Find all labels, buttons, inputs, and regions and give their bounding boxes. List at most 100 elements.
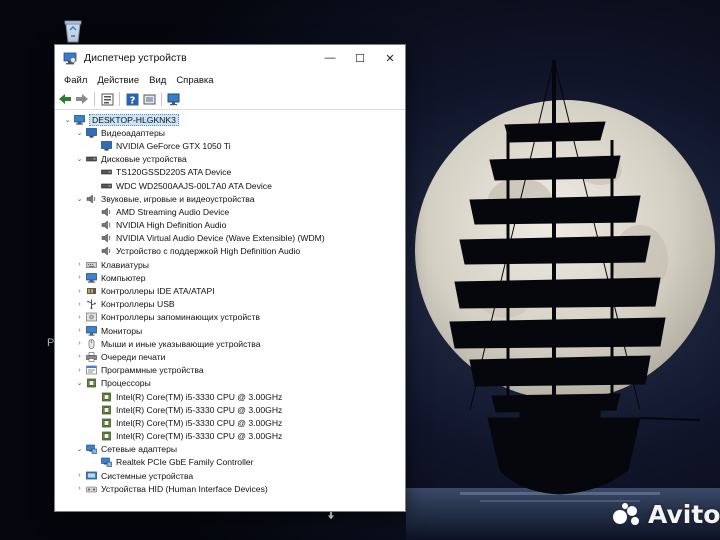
tree-node-label: Intel(R) Core(TM) i5-3330 CPU @ 3.00GHz bbox=[116, 391, 283, 402]
speaker-icon bbox=[86, 194, 97, 204]
tree-category[interactable]: ⌄ Видеоадаптеры bbox=[55, 126, 405, 139]
tree-node-label: Дисковые устройства bbox=[101, 154, 187, 165]
tree-root-label: DESKTOP-HLGKNK3 bbox=[89, 113, 179, 126]
expand-arrow-right-icon[interactable]: › bbox=[75, 352, 84, 362]
tree-node-label: NVIDIA Virtual Audio Device (Wave Extens… bbox=[116, 233, 325, 244]
tree-node-label: Контроллеры USB bbox=[101, 299, 175, 310]
help-icon[interactable]: ? bbox=[125, 92, 139, 106]
tree-device[interactable]: NVIDIA Virtual Audio Device (Wave Extens… bbox=[55, 232, 405, 245]
tree-category[interactable]: › Устройства HID (Human Interface Devices… bbox=[55, 482, 405, 495]
tree-category[interactable]: › Контроллеры IDE ATA/ATAPI bbox=[55, 284, 405, 297]
tree-category[interactable]: › Клавиатуры bbox=[55, 258, 405, 271]
tree-category[interactable]: › Мыши и иные указывающие устройства bbox=[55, 337, 405, 350]
tree-node-label: Процессоры bbox=[101, 378, 151, 389]
tree-device[interactable]: Intel(R) Core(TM) i5-3330 CPU @ 3.00GHz bbox=[55, 416, 405, 429]
tree-category[interactable]: › Мониторы bbox=[55, 324, 405, 337]
expand-arrow-right-icon[interactable]: › bbox=[75, 312, 84, 322]
tree-category[interactable]: ⌄ Дисковые устройства bbox=[55, 153, 405, 166]
tree-category[interactable]: › Программные устройства bbox=[55, 364, 405, 377]
processor-icon bbox=[101, 431, 112, 441]
tree-category[interactable]: › Компьютер bbox=[55, 271, 405, 284]
processor-icon bbox=[101, 392, 112, 402]
tree-device[interactable]: TS120GSSD220S ATA Device bbox=[55, 166, 405, 179]
tree-category[interactable]: › Контроллеры запоминающих устройств bbox=[55, 311, 405, 324]
tree-device[interactable]: WDC WD2500AAJS-00L7A0 ATA Device bbox=[55, 179, 405, 192]
back-icon[interactable] bbox=[58, 92, 72, 106]
device-manager-window: Диспетчер устройств — ☐ ✕ Файл Действие … bbox=[54, 44, 406, 512]
tree-device[interactable]: NVIDIA GeForce GTX 1050 Ti bbox=[55, 139, 405, 152]
window-title: Диспетчер устройств bbox=[84, 52, 187, 64]
forward-icon[interactable] bbox=[75, 92, 89, 106]
tree-category[interactable]: › Контроллеры USB bbox=[55, 298, 405, 311]
menu-action[interactable]: Действие bbox=[92, 75, 144, 86]
toolbar-separator bbox=[94, 92, 95, 106]
tree-node-label: Intel(R) Core(TM) i5-3330 CPU @ 3.00GHz bbox=[116, 404, 283, 415]
update-driver-icon[interactable] bbox=[142, 92, 156, 106]
tree-node-label: Realtek PCIe GbE Family Controller bbox=[116, 457, 254, 468]
processor-icon bbox=[101, 418, 112, 428]
processor-icon bbox=[86, 378, 97, 388]
menu-help[interactable]: Справка bbox=[171, 75, 218, 86]
expand-arrow-right-icon[interactable]: › bbox=[75, 260, 84, 270]
tree-category[interactable]: ⌄ Сетевые адаптеры bbox=[55, 443, 405, 456]
expand-arrow-right-icon[interactable]: › bbox=[75, 286, 84, 296]
tree-device[interactable]: AMD Streaming Audio Device bbox=[55, 205, 405, 218]
maximize-button[interactable]: ☐ bbox=[345, 45, 375, 71]
mouse-icon bbox=[86, 338, 97, 349]
hid-icon bbox=[86, 484, 97, 494]
disk-drive-icon bbox=[101, 167, 112, 177]
svg-text:?: ? bbox=[129, 95, 135, 106]
tree-device[interactable]: Intel(R) Core(TM) i5-3330 CPU @ 3.00GHz bbox=[55, 430, 405, 443]
menu-file[interactable]: Файл bbox=[59, 75, 92, 86]
minimize-button[interactable]: — bbox=[315, 45, 345, 71]
device-manager-app-icon bbox=[63, 51, 77, 65]
tree-device[interactable]: Realtek PCIe GbE Family Controller bbox=[55, 456, 405, 469]
monitor-icon bbox=[86, 325, 97, 336]
title-bar[interactable]: Диспетчер устройств — ☐ ✕ bbox=[55, 45, 405, 71]
properties-icon[interactable] bbox=[100, 92, 114, 106]
expand-arrow-down-icon[interactable]: ⌄ bbox=[63, 115, 72, 125]
tree-node-label: Сетевые адаптеры bbox=[101, 444, 178, 455]
expand-arrow-right-icon[interactable]: › bbox=[75, 339, 84, 349]
tree-device[interactable]: NVIDIA High Definition Audio bbox=[55, 219, 405, 232]
expand-arrow-down-icon[interactable]: ⌄ bbox=[75, 378, 84, 388]
tree-category[interactable]: › Системные устройства bbox=[55, 469, 405, 482]
tree-node-label: TS120GSSD220S ATA Device bbox=[116, 167, 232, 178]
tree-node-label: Звуковые, игровые и видеоустройства bbox=[101, 193, 255, 204]
avito-watermark: Avito bbox=[612, 498, 720, 530]
expand-arrow-right-icon[interactable]: › bbox=[75, 484, 84, 494]
expand-arrow-down-icon[interactable]: ⌄ bbox=[75, 194, 84, 204]
speaker-icon bbox=[101, 233, 112, 243]
ide-controller-icon bbox=[86, 286, 97, 296]
expand-arrow-right-icon[interactable]: › bbox=[75, 273, 84, 283]
scan-hardware-icon[interactable] bbox=[167, 92, 181, 106]
tree-root-computer[interactable]: ⌄ DESKTOP-HLGKNK3 bbox=[55, 113, 405, 126]
recycle-bin-icon[interactable] bbox=[60, 16, 86, 44]
expand-arrow-right-icon[interactable]: › bbox=[75, 299, 84, 309]
tree-device[interactable]: Intel(R) Core(TM) i5-3330 CPU @ 3.00GHz bbox=[55, 403, 405, 416]
expand-arrow-right-icon[interactable]: › bbox=[75, 471, 84, 481]
close-button[interactable]: ✕ bbox=[375, 45, 405, 71]
tree-node-label: NVIDIA High Definition Audio bbox=[116, 220, 227, 231]
expand-arrow-down-icon[interactable]: ⌄ bbox=[75, 444, 84, 454]
tree-device[interactable]: Устройство с поддержкой High Definition … bbox=[55, 245, 405, 258]
tree-category[interactable]: ⌄ Звуковые, игровые и видеоустройства bbox=[55, 192, 405, 205]
tree-category[interactable]: ⌄ Процессоры bbox=[55, 377, 405, 390]
tree-category[interactable]: › Очереди печати bbox=[55, 350, 405, 363]
menu-view[interactable]: Вид bbox=[144, 75, 171, 86]
network-adapter-icon bbox=[86, 444, 97, 455]
speaker-icon bbox=[101, 246, 112, 257]
printer-icon bbox=[86, 352, 97, 362]
usb-icon bbox=[86, 299, 97, 310]
tree-node-label: Компьютер bbox=[101, 272, 146, 283]
tree-node-label: Устройство с поддержкой High Definition … bbox=[116, 246, 301, 257]
tree-device[interactable]: Intel(R) Core(TM) i5-3330 CPU @ 3.00GHz bbox=[55, 390, 405, 403]
expand-arrow-right-icon[interactable]: › bbox=[75, 365, 84, 375]
computer-icon bbox=[86, 272, 97, 283]
expand-arrow-down-icon[interactable]: ⌄ bbox=[75, 154, 84, 164]
expand-arrow-down-icon[interactable]: ⌄ bbox=[75, 128, 84, 138]
expand-arrow-right-icon[interactable]: › bbox=[75, 326, 84, 336]
tree-node-label: NVIDIA GeForce GTX 1050 Ti bbox=[116, 140, 231, 151]
tree-node-label: Мониторы bbox=[101, 325, 143, 336]
display-adapter-icon bbox=[101, 141, 112, 151]
